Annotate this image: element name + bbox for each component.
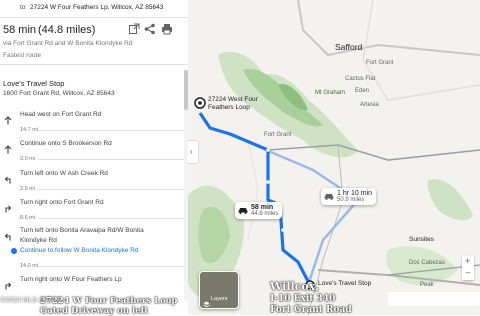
- arrow-up-icon: [4, 141, 12, 159]
- step-distance: 14.7 mi: [20, 127, 39, 133]
- turn-right-icon: [4, 200, 12, 218]
- place-sunsites: Sunsites: [409, 236, 434, 243]
- step-instruction[interactable]: Head west on Fort Grant Rd: [20, 111, 101, 118]
- alt-chip-dist: 50.9 miles: [337, 197, 365, 203]
- place-artesia: Artesia: [360, 102, 379, 108]
- route-note: Fastest route: [3, 52, 41, 59]
- route-chip-time: 58 min: [251, 204, 274, 211]
- zoom-out-icon[interactable]: –: [466, 267, 471, 277]
- place-fort-grant-top: Fort Grant: [366, 60, 394, 66]
- route-chip[interactable]: 58 min 44.8 miles: [235, 202, 283, 219]
- caption-right-1: Willcox,: [270, 280, 320, 293]
- step-instruction[interactable]: Turn left onto W Ash Creek Rd: [20, 170, 108, 177]
- step-follow-link[interactable]: Continue to follow W Bonita Klondyke Rd: [20, 247, 139, 254]
- destination-header: 27224 W Four Feathers Lp, Willcox, AZ 85…: [30, 4, 164, 11]
- place-mt-graham: Mt Graham: [315, 90, 346, 96]
- layers-icon: [203, 295, 210, 313]
- place-safford: Safford: [335, 42, 363, 52]
- destination-map-label: 27224 West Four Feathers Loop: [208, 96, 258, 111]
- step-instruction-cont: Klondyke Rd: [20, 237, 57, 244]
- export-icon[interactable]: [128, 22, 140, 34]
- step-distance: 14.0 mi: [20, 263, 39, 269]
- route-distance: (44.8 miles): [38, 24, 96, 36]
- zoom-in-icon[interactable]: +: [465, 256, 470, 266]
- car-icon: [324, 192, 334, 202]
- info-icon: [11, 248, 17, 254]
- origin-map-label: Love's Travel Stop: [318, 280, 372, 287]
- step-distance: 2.9 mi: [20, 186, 35, 192]
- place-dos-cabezas: Dos Cabezas: [409, 260, 446, 266]
- step-distance: 3.0 mi: [20, 156, 35, 162]
- origin-name: Love's Travel Stop: [3, 79, 65, 88]
- place-peak: Peak: [420, 282, 434, 288]
- zoom-controls: + –: [462, 256, 474, 280]
- car-icon: [238, 206, 248, 216]
- layers-label: Layers: [211, 296, 228, 302]
- step-divider: [38, 159, 184, 160]
- origin-address: 1600 Fort Grant Rd, Willcox, AZ 85643: [3, 90, 115, 97]
- step-instruction[interactable]: Turn right onto W Four Feathers Lp: [20, 276, 122, 283]
- map-info-bar: [388, 292, 480, 306]
- caption-right-3: Fort Grant Road: [270, 305, 352, 315]
- place-eden: Eden: [355, 88, 370, 94]
- alt-route-chip[interactable]: 1 hr 10 min 50.9 miles: [321, 188, 377, 205]
- step-instruction[interactable]: Turn left onto Bonita Aravaipa Rd/W Boni…: [20, 227, 144, 234]
- chevron-left-icon: ‹: [190, 147, 193, 156]
- route-via: via Fort Grant Rd and W Bonita Klondyke …: [3, 40, 133, 47]
- step-divider: [38, 218, 184, 219]
- step-divider: [38, 189, 184, 190]
- turn-right-icon: [4, 277, 12, 295]
- turn-left-icon: [4, 171, 12, 189]
- step-instruction[interactable]: Turn right onto Fort Grant Rd: [20, 199, 104, 206]
- layers-button[interactable]: Layers: [199, 271, 239, 309]
- step-instruction[interactable]: Continue onto S Brookerson Rd: [20, 140, 112, 147]
- collapse-panel-button[interactable]: ‹: [188, 140, 199, 164]
- step-distance: 8.6 mi: [20, 215, 35, 221]
- caption-left-1: 27224 W Four Feathers Loop: [40, 296, 178, 306]
- map-canvas[interactable]: Safford Fort Grant Mt Graham Cactus Flat…: [188, 0, 480, 315]
- place-cactus-flat: Cactus Flat: [345, 76, 376, 82]
- destination-prefix: to: [20, 4, 26, 11]
- place-fort-grant: Fort Grant: [264, 132, 292, 138]
- share-icon[interactable]: [144, 22, 156, 35]
- directions-panel: to 27224 W Four Feathers Lp, Willcox, AZ…: [0, 0, 189, 315]
- step-divider: [38, 130, 184, 131]
- arrow-up-icon: [4, 112, 12, 130]
- step-divider: [38, 266, 184, 267]
- print-icon[interactable]: [161, 22, 173, 35]
- route-time: 58 min: [3, 24, 37, 36]
- route-chip-dist: 44.8 miles: [251, 211, 279, 217]
- caption-right-2: I-10 Exit 340: [270, 294, 336, 304]
- turn-left-icon: [4, 228, 12, 246]
- alt-chip-time: 1 hr 10 min: [337, 190, 373, 197]
